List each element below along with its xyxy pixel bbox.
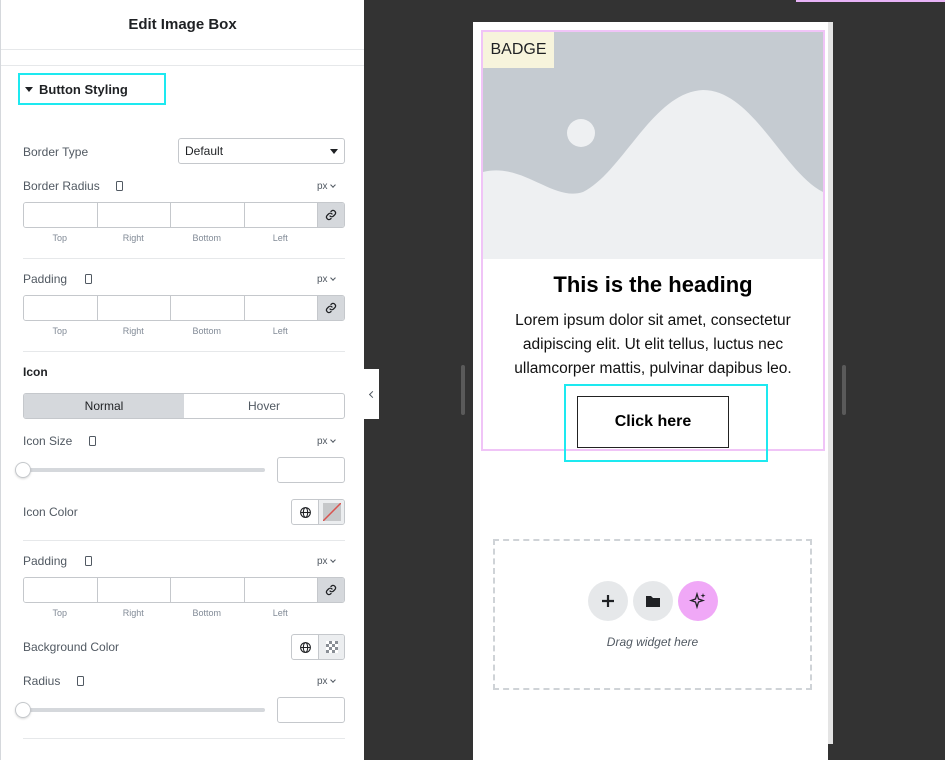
image-box-heading: This is the heading (553, 272, 753, 297)
image-box-description: Lorem ipsum dolor sit amet, consectetur … (514, 312, 792, 377)
divider (23, 351, 345, 352)
global-colors-button[interactable] (292, 500, 319, 524)
icon-padding-unit[interactable]: px (317, 556, 336, 567)
icon-heading: Icon (23, 365, 48, 379)
panel-header: Edit Image Box (1, 0, 364, 50)
dim-input-bottom[interactable] (171, 578, 245, 602)
border-radius-label: Border Radius (23, 179, 100, 193)
icon-padding-label: Padding (23, 554, 68, 568)
responsive-device-icon[interactable] (77, 676, 84, 686)
slider-handle[interactable] (15, 462, 31, 478)
panel-divider (1, 65, 364, 66)
dim-input-bottom[interactable] (171, 296, 245, 320)
icon-padding-dimensions (23, 577, 345, 603)
color-swatch[interactable] (319, 635, 344, 659)
responsive-device-icon[interactable] (85, 556, 92, 566)
dim-input-left[interactable] (244, 203, 318, 227)
resize-handle-right[interactable] (842, 365, 846, 415)
folder-icon (646, 596, 660, 607)
globe-icon (299, 641, 311, 653)
border-type-select[interactable]: Default (178, 138, 345, 164)
sparkle-icon (689, 592, 706, 610)
dim-input-left[interactable] (244, 578, 318, 602)
editor-panel: Edit Image Box Button Styling Border Typ… (0, 0, 364, 760)
slider-handle[interactable] (15, 702, 31, 718)
background-color-label: Background Color (23, 640, 120, 654)
radius-unit[interactable]: px (317, 676, 336, 687)
dropdown-arrow-icon (330, 149, 338, 154)
dim-input-right[interactable] (97, 296, 171, 320)
divider (23, 258, 345, 259)
no-color-icon (322, 503, 341, 521)
responsive-device-icon[interactable] (85, 274, 92, 284)
link-values-button[interactable] (318, 296, 344, 320)
radius-input[interactable] (277, 697, 345, 723)
canvas-scrollbar[interactable] (828, 22, 833, 744)
link-values-button[interactable] (318, 578, 344, 602)
drop-zone-text: Drag widget here (606, 635, 699, 649)
add-template-button[interactable] (633, 581, 673, 621)
collapse-panel-button[interactable] (364, 369, 379, 419)
badge: BADGE (483, 32, 554, 68)
section-toggle-button-styling[interactable]: Button Styling (18, 73, 166, 105)
dim-input-bottom[interactable] (171, 203, 245, 227)
responsive-device-icon[interactable] (116, 181, 123, 191)
link-icon (325, 302, 337, 314)
link-icon (325, 584, 337, 596)
padding-unit[interactable]: px (317, 274, 336, 285)
dim-input-top[interactable] (24, 203, 98, 227)
tab-normal[interactable]: Normal (24, 394, 184, 418)
dim-input-right[interactable] (97, 203, 171, 227)
plus-icon (602, 595, 614, 607)
link-values-button[interactable] (318, 203, 344, 227)
tab-hover[interactable]: Hover (184, 394, 344, 418)
dim-labels: Top Right Bottom Left (52, 326, 288, 336)
divider (23, 738, 345, 739)
icon-size-unit[interactable]: px (317, 436, 336, 447)
padding-label: Padding (23, 272, 68, 286)
icon-size-slider[interactable] (23, 468, 265, 472)
chevron-left-icon (368, 390, 377, 398)
icon-size-label: Icon Size (23, 434, 73, 448)
border-radius-dimensions (23, 202, 345, 228)
panel-title: Edit Image Box (128, 16, 237, 33)
icon-size-input[interactable] (277, 457, 345, 483)
dim-input-left[interactable] (244, 296, 318, 320)
transparent-checker-icon (325, 641, 338, 653)
icon-color-label: Icon Color (23, 505, 78, 519)
border-type-value: Default (185, 144, 224, 158)
responsive-device-icon[interactable] (89, 436, 96, 446)
divider (23, 540, 345, 541)
click-here-button[interactable]: Click here (577, 396, 729, 448)
radius-slider[interactable] (23, 708, 265, 712)
caret-down-icon (25, 86, 33, 92)
dim-input-top[interactable] (24, 578, 98, 602)
state-tabs: Normal Hover (23, 393, 345, 419)
color-swatch[interactable] (319, 500, 344, 524)
section-label: Button Styling (39, 81, 128, 97)
border-type-label: Border Type (23, 145, 89, 159)
top-accent-bar (796, 0, 945, 2)
dim-labels: Top Right Bottom Left (52, 233, 288, 243)
ai-generate-button[interactable] (678, 581, 718, 621)
resize-handle-left[interactable] (461, 365, 465, 415)
dim-input-top[interactable] (24, 296, 98, 320)
padding-dimensions (23, 295, 345, 321)
icon-color-control (291, 499, 345, 525)
globe-icon (299, 506, 311, 518)
dim-labels: Top Right Bottom Left (52, 608, 288, 618)
border-radius-unit[interactable]: px (317, 181, 336, 192)
background-color-control (291, 634, 345, 660)
dim-input-right[interactable] (97, 578, 171, 602)
add-element-button[interactable] (588, 581, 628, 621)
global-colors-button[interactable] (292, 635, 319, 659)
link-icon (325, 209, 337, 221)
radius-label: Radius (23, 674, 61, 688)
